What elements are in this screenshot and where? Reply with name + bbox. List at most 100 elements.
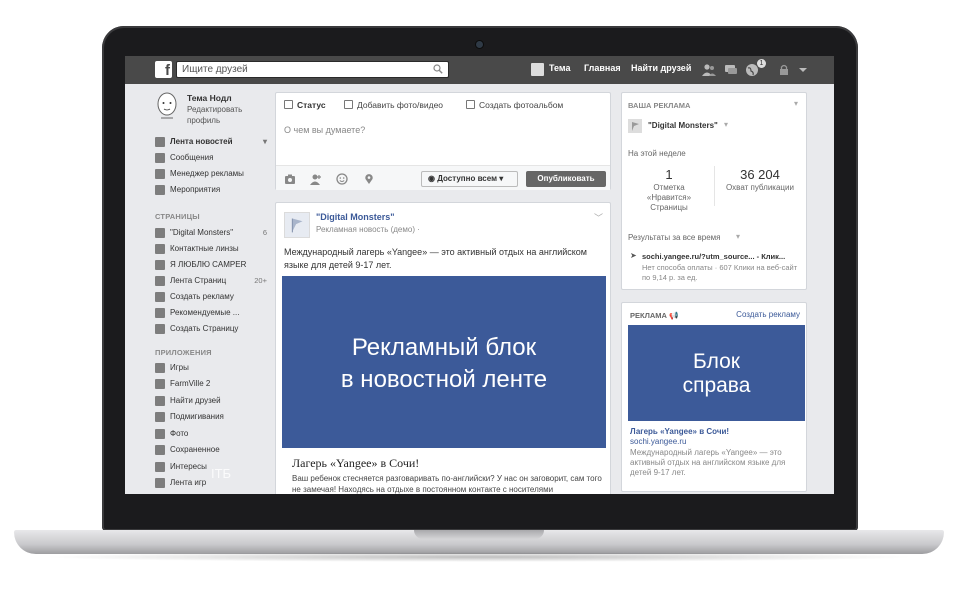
ad-description: Международный лагерь «Yangee» — это акти… [630,448,786,477]
right-ad-banner[interactable]: Блок справа [628,325,805,421]
top-bar: f Ищите друзей Тема Главная Найти друзей… [125,56,834,84]
ad-domain[interactable]: sochi.yangee.ru [630,437,686,446]
sidebar-item-label: FarmVille 2 [170,379,211,388]
globe-icon: ◉ [428,174,438,183]
sidebar-item-find-friends[interactable]: Найти друзей [155,395,267,408]
sidebar-item-page[interactable]: "Digital Monsters" 6 [155,227,267,240]
sidebar-item-pokes[interactable]: Подмигивания [155,411,267,424]
feeling-smiley-icon[interactable] [336,173,348,185]
sidebar-item-events[interactable]: Мероприятия [155,184,267,197]
chevron-down-icon[interactable]: ▾ [736,232,740,241]
tab-status[interactable]: Статус [284,100,326,110]
messages-icon[interactable] [724,63,738,77]
privacy-lock-icon[interactable] [777,63,791,77]
ad-box-heading: РЕКЛАМА 📢 [630,311,678,320]
sidebar-item-recommended[interactable]: Рекомендуемые ... [155,307,267,320]
recommended-icon [155,308,165,318]
profile-avatar[interactable] [155,92,179,120]
events-icon [155,185,165,195]
publish-button[interactable]: Опубликовать [526,171,606,187]
sidebar-item-label: Контактные линзы [170,244,239,253]
camera-icon[interactable] [284,173,296,185]
sidebar-item-pages-feed[interactable]: Лента Страниц 20+ [155,275,267,288]
post-banner-line2: в новостной ленте [340,366,548,393]
ads-manager-icon [155,169,165,179]
pencil-icon [284,100,293,109]
post-page-name[interactable]: "Digital Monsters" [316,212,395,222]
chevron-down-icon[interactable] [796,63,810,77]
sidebar-item-page[interactable]: Контактные линзы [155,243,267,256]
games-feed-icon [155,478,165,488]
post-link-description: Ваш ребенок стесняется разговаривать по-… [292,474,602,494]
post-ad-banner[interactable]: Рекламный блок в новостной ленте [282,276,606,448]
megaphone-icon [155,276,165,286]
sidebar-item-create-ad[interactable]: Создать рекламу [155,291,267,304]
friend-requests-icon[interactable] [702,63,716,77]
page-flag-icon [155,260,165,270]
laptop-notch [414,530,544,539]
facebook-logo-icon[interactable]: f [155,61,172,79]
audience-selector[interactable]: ◉ Доступно всем ▾ [421,171,518,187]
poke-icon [155,412,165,422]
sidebar-item-ads-manager[interactable]: Менеджер рекламы [155,168,267,181]
tab-add-photo[interactable]: Добавить фото/видео [344,100,443,110]
sidebar-item-saved[interactable]: Сохраненное [155,444,267,457]
screen: f Ищите друзей Тема Главная Найти друзей… [125,56,834,494]
chevron-down-icon[interactable]: ﹀ [594,211,603,224]
search-placeholder: Ищите друзей [182,64,248,75]
page-flag-icon [155,228,165,238]
your-ads-page-name[interactable]: "Digital Monsters" [648,121,718,130]
tag-friends-icon[interactable] [310,173,322,185]
tab-create-album-label: Создать фотоальбом [479,100,564,110]
photo-icon [344,100,353,109]
sidebar-item-news-feed[interactable]: Лента новостей ▾ [155,136,267,149]
profile-name[interactable]: Тема Нодл [187,93,232,103]
likes-value: 1 [665,167,673,182]
nav-home-link[interactable]: Главная [584,63,621,73]
sidebar-item-page[interactable]: Я ЛЮБЛЮ CAMPER [155,259,267,272]
sidebar-item-label: Подмигивания [170,412,224,421]
nav-find-friends-link[interactable]: Найти друзей [631,63,691,73]
location-pin-icon[interactable] [363,173,375,185]
chevron-down-icon: ▾ [497,174,504,183]
result-description: Нет способа оплаты · 607 Клики на веб-са… [642,263,798,282]
page-avatar[interactable] [284,212,310,238]
sidebar-item-label: Менеджер рекламы [170,169,244,178]
ad-link-title[interactable]: Лагерь «Yangee» в Сочи! [630,427,729,436]
megaphone-icon: 📢 [669,311,679,320]
search-icon[interactable] [433,64,443,74]
avatar[interactable] [531,63,544,76]
edit-profile-link[interactable]: Редактировать профиль [187,104,262,126]
ad-box: РЕКЛАМА 📢 Создать рекламу Блок справа Ла… [621,302,807,492]
sidebar-item-label: Рекомендуемые ... [170,308,240,317]
likes-label: Отметка «Нравится» Страницы [646,183,692,212]
chevron-down-icon[interactable]: ▾ [794,99,798,108]
sidebar-item-messages[interactable]: Сообщения [155,152,267,165]
stats-divider [714,166,715,206]
pages-heading: СТРАНИЦЫ [155,212,200,221]
post-link-title[interactable]: Лагерь «Yangee» в Сочи! [292,456,419,471]
create-ad-link[interactable]: Создать рекламу [736,310,800,319]
chevron-down-icon[interactable]: ▾ [263,137,267,146]
result-url[interactable]: sochi.yangee.ru/?utm_source... - Клик... [642,252,785,261]
ad-box-heading-label: РЕКЛАМА [630,311,667,320]
status-composer: Статус Добавить фото/видео Создать фотоа… [275,92,611,190]
laptop-mockup: f Ищите друзей Тема Главная Найти друзей… [0,0,958,593]
reach-label: Охват публикации [726,183,794,192]
sidebar-item-games[interactable]: Игры [155,362,267,375]
chevron-down-icon[interactable]: ▾ [724,120,728,129]
status-input[interactable]: О чем вы думаете? [284,125,365,135]
tab-create-album[interactable]: Создать фотоальбом [466,100,563,110]
sidebar-item-photos[interactable]: Фото [155,428,267,441]
laptop-shadow [40,552,918,562]
search-input[interactable]: Ищите друзей [176,61,449,78]
your-ads-heading: ВАША РЕКЛАМА [628,101,691,110]
sidebar-item-label: Игры [170,363,189,372]
sidebar-item-farmville[interactable]: FarmVille 2 [155,378,267,391]
games-icon [155,363,165,373]
find-friends-icon [155,396,165,406]
nav-profile-link[interactable]: Тема [549,63,570,73]
page-flag-icon [628,119,642,133]
sidebar-item-create-page[interactable]: Создать Страницу [155,323,267,336]
page-flag-icon [155,244,165,254]
